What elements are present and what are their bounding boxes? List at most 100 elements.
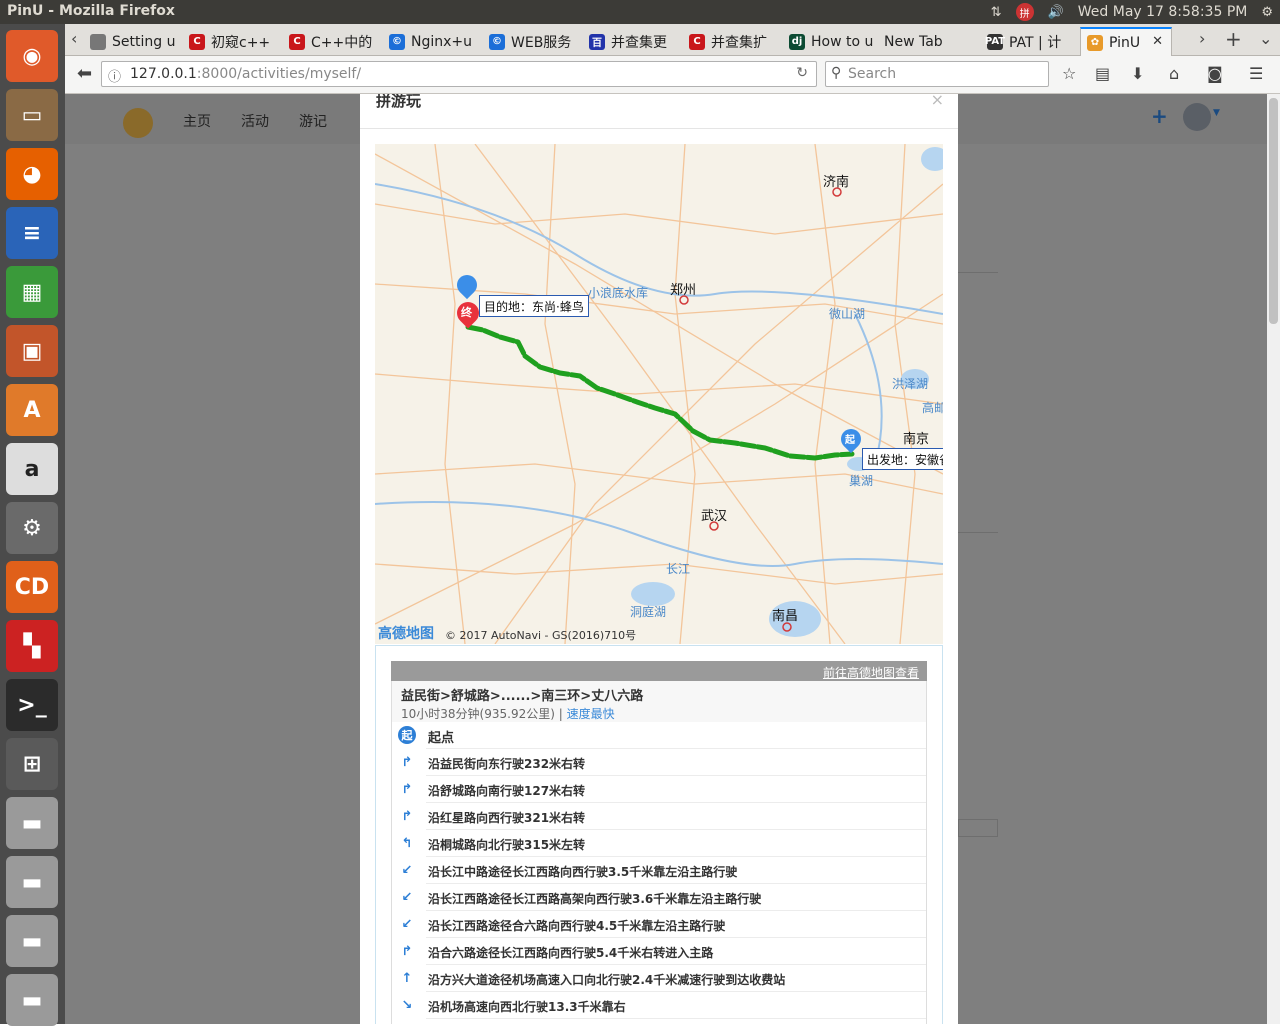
tab-2[interactable]: C C++中的 xyxy=(283,27,381,56)
route-step-text: 沿长江西路途径合六路向西行驶4.5千米靠左沿主路行驶 xyxy=(428,919,726,933)
datetime[interactable]: Wed May 17 8:58:35 PM xyxy=(1078,4,1248,20)
route-step-text: 沿合六路途径长江西路向西行驶5.4千米右转进入主路 xyxy=(428,946,714,960)
settings-icon[interactable]: ⚙ xyxy=(1261,5,1273,20)
avatar-dropdown-icon[interactable]: ▼ xyxy=(1213,108,1220,118)
pocket-icon[interactable]: ◙ xyxy=(1207,64,1223,83)
route-step[interactable]: ↙ 沿长江西路途径合六路向西行驶4.5千米靠左沿主路行驶 xyxy=(392,911,928,938)
volume-icon[interactable]: 🔊 xyxy=(1048,5,1064,20)
reader-icon[interactable]: ▤ xyxy=(1095,64,1110,83)
reload-icon[interactable]: ↻ xyxy=(796,65,808,81)
input-method-icon[interactable]: 拼 xyxy=(1015,3,1034,21)
calc-icon[interactable]: ▦ xyxy=(6,266,58,318)
route-summary[interactable]: 益民街>舒城路>......>南三环>丈八六路 10小时38分钟(935.92公… xyxy=(391,681,927,722)
add-icon[interactable]: + xyxy=(1151,104,1168,128)
water-label: 洪泽湖 xyxy=(892,377,929,391)
menu-icon[interactable]: ☰ xyxy=(1249,64,1263,83)
amap-logo[interactable]: 高德地图 xyxy=(378,623,434,643)
tab-label: WEB服务 xyxy=(511,34,572,51)
route-duration-distance: 10小时38分钟(935.92公里) xyxy=(401,707,555,721)
route-step[interactable]: ↱ 沿益民街向东行驶232米右转 xyxy=(392,749,928,776)
route-step[interactable]: ↘ 沿机场高速向西北行驶13.3千米靠右 xyxy=(392,992,928,1019)
route-step[interactable]: ↱ 沿舒城路向南行驶127米右转 xyxy=(392,776,928,803)
url-path: :8000/activities/myself/ xyxy=(196,66,362,82)
software-center-icon[interactable]: A xyxy=(6,384,58,436)
tab-1[interactable]: C 初窥c++ xyxy=(183,27,281,56)
page-scrollbar[interactable] xyxy=(1267,94,1280,1024)
nav-travelogue[interactable]: 游记 xyxy=(299,111,327,131)
water-label: 高邮 xyxy=(922,401,943,415)
nav-home[interactable]: 主页 xyxy=(183,111,211,131)
search-input[interactable]: ⚲ Search xyxy=(825,61,1049,87)
tab-8[interactable]: New Tab xyxy=(878,27,979,56)
tab-scroll-right-icon[interactable]: › xyxy=(1199,29,1205,48)
info-icon[interactable]: ⓘ xyxy=(108,66,121,85)
tab-label: New Tab xyxy=(884,33,943,50)
tab-list-icon[interactable]: ⌄ xyxy=(1259,29,1272,48)
route-step[interactable]: ↱ 沿合六路途径长江西路向西行驶5.4千米右转进入主路 xyxy=(392,938,928,965)
bookmark-star-icon[interactable]: ☆ xyxy=(1062,64,1076,83)
drive-icon[interactable]: ▬ xyxy=(6,974,58,1026)
map-attribution: © 2017 AutoNavi - GS(2016)710号 xyxy=(445,629,637,642)
tab-0[interactable]: Setting u xyxy=(84,27,182,56)
city-label: 济南 xyxy=(823,175,850,190)
drive-icon[interactable]: ▬ xyxy=(6,797,58,849)
route-step-text: 沿桐城路向北行驶315米左转 xyxy=(428,838,586,852)
amazon-icon[interactable]: a xyxy=(6,443,58,495)
tab-7[interactable]: dj How to u xyxy=(783,27,877,56)
search-placeholder: Search xyxy=(848,66,897,82)
workspaces-icon[interactable]: ▚ xyxy=(6,620,58,672)
route-step[interactable]: ↙ 沿长江中路途径长江西路向西行驶3.5千米靠左沿主路行驶 xyxy=(392,857,928,884)
back-icon[interactable]: ⬅ xyxy=(77,63,92,84)
tab-9[interactable]: PAT PAT | 计 xyxy=(981,27,1079,56)
map-rivers xyxy=(375,183,943,567)
url-bar[interactable]: ⓘ 127.0.0.1:8000/activities/myself/ ↻ xyxy=(101,61,817,87)
terminal-icon[interactable]: >_ xyxy=(6,679,58,731)
route-step[interactable]: 起起点 xyxy=(392,722,928,749)
tab-scroll-left-icon[interactable]: ‹ xyxy=(71,29,77,48)
city-label: 郑州 xyxy=(670,283,697,298)
writer-icon[interactable]: ≡ xyxy=(6,207,58,259)
download-icon[interactable]: ⬇ xyxy=(1131,64,1144,83)
impress-icon[interactable]: ▣ xyxy=(6,325,58,377)
system-settings-icon[interactable]: ⚙ xyxy=(6,502,58,554)
workspace-switcher-icon[interactable]: ⊞ xyxy=(6,738,58,790)
water-label: 长江 xyxy=(666,562,691,576)
ubuntu-dash-icon[interactable]: ◉ xyxy=(6,30,58,82)
tab-10[interactable]: ✿ PinU ✕ xyxy=(1080,27,1172,56)
tab-4[interactable]: © WEB服务 xyxy=(483,27,581,56)
close-tab-icon[interactable]: ✕ xyxy=(1152,34,1163,49)
home-icon[interactable]: ⌂ xyxy=(1169,64,1179,83)
nav-activities[interactable]: 活动 xyxy=(241,111,269,131)
close-icon[interactable]: × xyxy=(931,94,944,109)
destination-infobox[interactable]: 目的地：东尚·蜂鸟 xyxy=(479,295,589,317)
avatar[interactable] xyxy=(1183,103,1211,131)
map-roads xyxy=(375,144,943,644)
tab-3[interactable]: © Nginx+u xyxy=(383,27,481,56)
turn-right-icon: ↱ xyxy=(401,754,413,770)
straight-icon: ↑ xyxy=(401,970,413,986)
network-icon[interactable]: ⇅ xyxy=(991,5,1002,20)
drive-icon[interactable]: ▬ xyxy=(6,856,58,908)
tab-label: How to u xyxy=(811,33,874,50)
route-map[interactable]: 济南 郑州 南京 武汉 南昌 小浪底水库 微山湖 洪泽湖 高邮 巢湖 长江 洞庭… xyxy=(375,144,943,644)
tab-5[interactable]: 百并查集更 xyxy=(583,27,681,56)
files-icon[interactable]: ▭ xyxy=(6,89,58,141)
start-marker-label: 起 xyxy=(845,435,855,446)
route-step-text: 沿机场高速向西北行驶13.3千米靠右 xyxy=(428,1000,626,1014)
tab-6[interactable]: C 并查集扩 xyxy=(683,27,781,56)
new-tab-icon[interactable]: + xyxy=(1225,27,1242,51)
origin-infobox[interactable]: 出发地：安徽省 xyxy=(862,448,943,470)
page-content: 主页 活动 游记 + ▼ 拼游玩 × 济南 郑州 南京 武汉 南昌 小浪底水库 … xyxy=(65,94,1267,1024)
view-in-amap-link[interactable]: 前往高德地图查看 xyxy=(823,664,919,681)
tab-label: 并查集更 xyxy=(611,34,667,51)
route-step[interactable]: ↙ 沿长江西路途径长江西路高架向西行驶3.6千米靠左沿主路行驶 xyxy=(392,884,928,911)
route-step[interactable]: ↑ 沿方兴大道途径机场高速入口向北行驶2.4千米减速行驶到达收费站 xyxy=(392,965,928,992)
route-step[interactable]: ↱ 沿红星路向西行驶321米右转 xyxy=(392,803,928,830)
scrollbar-thumb[interactable] xyxy=(1269,98,1278,324)
disc-icon[interactable]: CD xyxy=(6,561,58,613)
firefox-icon[interactable]: ◕ xyxy=(6,148,58,200)
route-step[interactable]: ↰ 沿桐城路向北行驶315米左转 xyxy=(392,830,928,857)
csdn-icon: C xyxy=(189,33,205,50)
drive-icon[interactable]: ▬ xyxy=(6,915,58,967)
site-logo[interactable] xyxy=(123,108,153,138)
